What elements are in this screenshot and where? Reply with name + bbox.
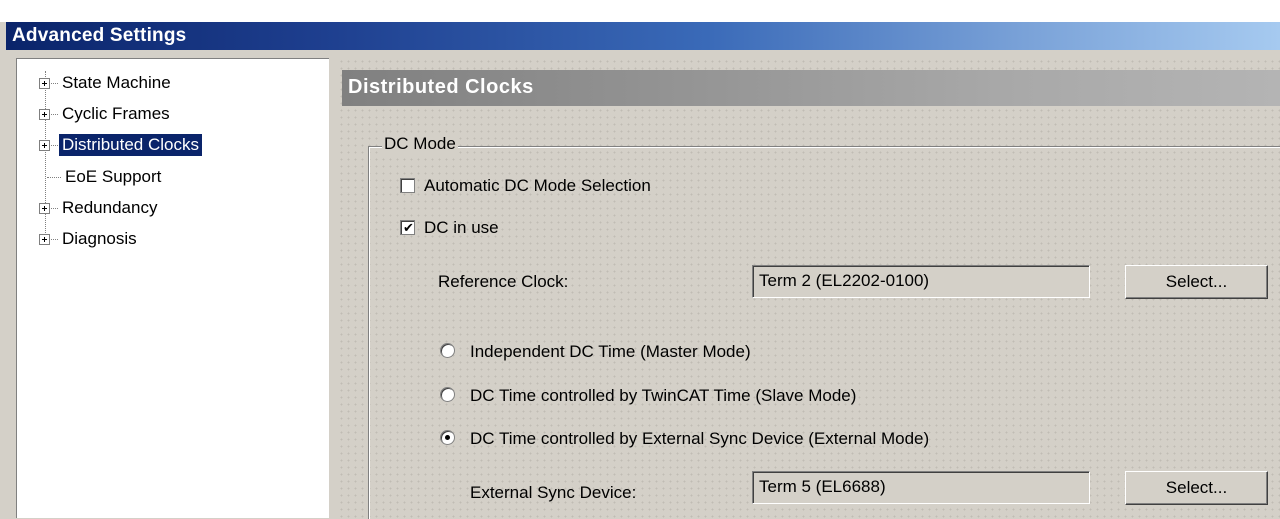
tree-item-label: Diagnosis — [62, 229, 137, 248]
tree-item-state-machine[interactable]: State Machine — [17, 71, 174, 95]
tree-item-redundancy[interactable]: Redundancy — [17, 196, 160, 220]
tree-item-cyclic-frames[interactable]: Cyclic Frames — [17, 102, 173, 126]
plus-box-icon[interactable] — [39, 139, 50, 151]
external-sync-label: External Sync Device: — [470, 483, 637, 502]
dc-mode-group — [368, 146, 1280, 519]
window-title: Advanced Settings — [12, 25, 187, 46]
mode-radio-slave[interactable] — [440, 387, 455, 402]
title-bar[interactable]: Advanced Settings — [6, 22, 1280, 50]
auto-dc-checkbox[interactable] — [400, 178, 415, 193]
mode-radio-master[interactable] — [440, 343, 455, 358]
radio-dot-icon — [445, 435, 450, 440]
checkmark-icon: ✔ — [403, 220, 414, 235]
external-sync-select-button[interactable]: Select... — [1125, 471, 1268, 505]
plus-box-icon[interactable] — [39, 202, 50, 214]
plus-box-icon[interactable] — [39, 108, 50, 120]
settings-panel: Distributed Clocks DC Mode Automatic DC … — [338, 58, 1280, 519]
reference-clock-select-button[interactable]: Select... — [1125, 265, 1268, 299]
external-sync-field[interactable]: Term 5 (EL6688) — [752, 471, 1090, 504]
mode-label-external[interactable]: DC Time controlled by External Sync Devi… — [470, 429, 929, 449]
dc-in-use-label[interactable]: DC in use — [424, 218, 499, 238]
mode-label-master[interactable]: Independent DC Time (Master Mode) — [470, 342, 751, 362]
dc-mode-group-label: DC Mode — [382, 134, 458, 154]
tree-dots — [47, 176, 61, 178]
tree-item-label: Cyclic Frames — [62, 104, 170, 123]
tree-dots — [51, 82, 58, 84]
auto-dc-label[interactable]: Automatic DC Mode Selection — [424, 176, 651, 196]
panel-header: Distributed Clocks — [342, 70, 1280, 106]
panel-title: Distributed Clocks — [348, 76, 534, 98]
tree-item-label: EoE Support — [65, 167, 162, 186]
mode-label-slave[interactable]: DC Time controlled by TwinCAT Time (Slav… — [470, 386, 856, 406]
tree-item-eoe-support[interactable]: EoE Support — [17, 165, 164, 189]
plus-box-icon[interactable] — [39, 233, 50, 245]
tree-dots — [51, 238, 58, 240]
mode-radio-external[interactable] — [440, 430, 455, 445]
tree-dots — [51, 144, 58, 146]
reference-clock-field[interactable]: Term 2 (EL2202-0100) — [752, 265, 1090, 298]
window-edge — [0, 22, 6, 518]
tree-dots — [51, 207, 58, 209]
settings-tree[interactable]: State Machine Cyclic Frames Distributed … — [16, 58, 329, 518]
reference-clock-label: Reference Clock: — [438, 272, 569, 291]
tree-item-label: State Machine — [62, 73, 171, 92]
plus-box-icon[interactable] — [39, 77, 50, 89]
background-window-strip — [0, 0, 1280, 22]
tree-item-diagnosis[interactable]: Diagnosis — [17, 227, 140, 251]
tree-item-label: Redundancy — [62, 198, 158, 217]
tree-item-distributed-clocks[interactable]: Distributed Clocks — [17, 133, 202, 157]
dc-in-use-checkbox[interactable]: ✔ — [400, 220, 415, 235]
tree-dots — [51, 113, 58, 115]
tree-item-label: Distributed Clocks — [59, 134, 202, 156]
